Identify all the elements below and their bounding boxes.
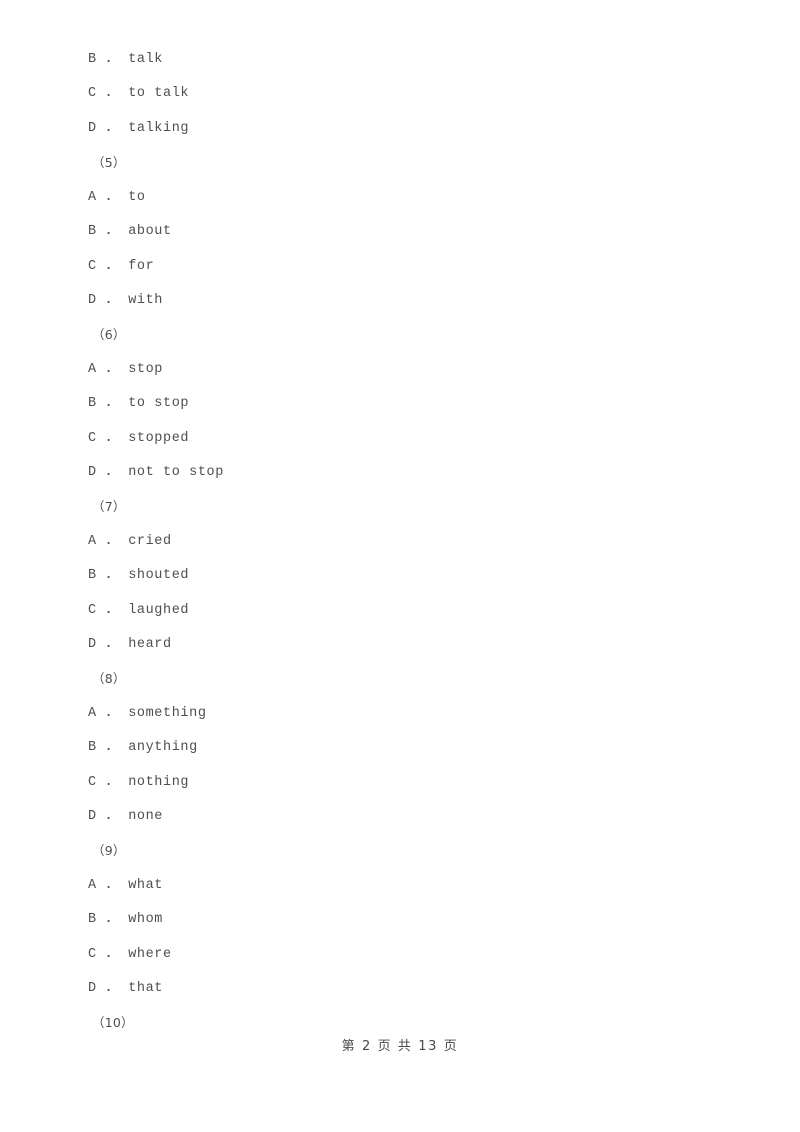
- answer-option: A ． what: [88, 878, 164, 893]
- question-number: （9）: [92, 843, 126, 858]
- answer-option: D ． that: [88, 981, 164, 996]
- answer-option: A ． something: [88, 706, 207, 721]
- answer-option: C ． laughed: [88, 603, 190, 618]
- answer-option: D ． heard: [88, 637, 172, 652]
- answer-option: D ． talking: [88, 121, 190, 136]
- answer-option: D ． none: [88, 809, 164, 824]
- answer-option: C ． for: [88, 259, 155, 274]
- answer-option: C ． stopped: [88, 431, 190, 446]
- question-number: （10）: [92, 1015, 134, 1030]
- document-page: B ． talk C ． to talk D ． talking （5） A ． to B…: [0, 0, 800, 1132]
- answer-option: A ． to: [88, 190, 146, 205]
- answer-option: C ． where: [88, 947, 172, 962]
- answer-option: A ． stop: [88, 362, 164, 377]
- answer-option: B ． to stop: [88, 396, 190, 411]
- answer-option: B ． about: [88, 224, 172, 239]
- answer-option: B ． anything: [88, 740, 198, 755]
- question-number: （8）: [92, 671, 126, 686]
- question-number: （5）: [92, 155, 126, 170]
- answer-option: B ． talk: [88, 52, 164, 67]
- answer-option: A ． cried: [88, 534, 172, 549]
- answer-option: B ． whom: [88, 912, 164, 927]
- answer-option: D ． with: [88, 293, 164, 308]
- answer-option: C ． nothing: [88, 775, 190, 790]
- page-footer: 第 2 页 共 13 页: [341, 1039, 459, 1054]
- answer-option: D ． not to stop: [88, 465, 224, 480]
- question-number: （7）: [92, 499, 126, 514]
- question-number: （6）: [92, 327, 126, 342]
- answer-option: C ． to talk: [88, 86, 190, 101]
- answer-option: B ． shouted: [88, 568, 190, 583]
